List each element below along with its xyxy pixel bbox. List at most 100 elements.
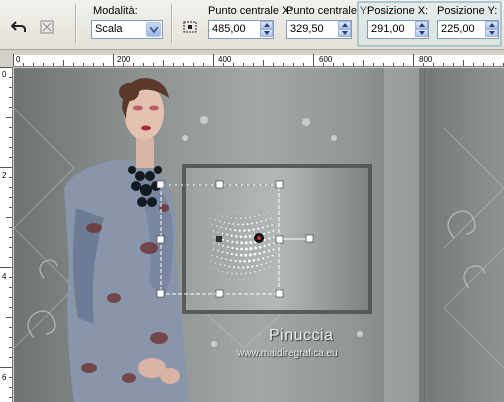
halftone-dot <box>251 222 254 225</box>
halftone-dot <box>229 279 231 280</box>
halftone-dot <box>247 278 249 280</box>
halftone-dot <box>251 265 254 268</box>
pos-x-input[interactable]: 291,00 <box>367 20 429 39</box>
halftone-dot <box>222 271 224 273</box>
ruler-tick <box>443 63 444 66</box>
ruler-tick <box>0 167 12 168</box>
spin-up-icon[interactable] <box>260 21 273 29</box>
halftone-dot <box>263 268 265 270</box>
spin-up-icon[interactable] <box>415 21 428 29</box>
image-canvas[interactable]: Pinuccia www.maidiregrafica.eu <box>14 68 504 402</box>
halftone-dot <box>262 257 265 260</box>
halftone-dot <box>249 216 251 218</box>
ruler-tick <box>133 63 134 66</box>
woman-figure <box>64 78 189 402</box>
ruler-tick <box>9 387 12 388</box>
spin-down-icon[interactable] <box>485 29 498 37</box>
halftone-dot <box>233 266 235 268</box>
ruler-tick <box>9 397 12 398</box>
ruler-tick <box>313 54 314 66</box>
mode-select[interactable]: Scala <box>91 20 163 39</box>
ruler-tick <box>9 197 12 198</box>
halftone-dot <box>268 243 271 246</box>
pos-y-input[interactable]: 225,00 <box>437 20 499 39</box>
ruler-tick <box>9 77 12 78</box>
center-x-input[interactable]: 485,00 <box>208 20 274 39</box>
halftone-dot <box>244 247 248 251</box>
halftone-dot <box>252 209 253 211</box>
ruler-tick <box>13 54 14 66</box>
halftone-dot <box>240 217 242 219</box>
ruler-tick <box>0 67 12 68</box>
halftone-dot <box>263 213 265 215</box>
halftone-dot <box>271 224 273 226</box>
ruler-label: 0 <box>2 70 7 79</box>
halftone-dot <box>258 245 262 249</box>
ruler-tick <box>223 63 224 66</box>
halftone-dot <box>243 229 246 232</box>
halftone-dot <box>268 237 271 240</box>
halftone-dot <box>244 241 248 245</box>
halftone-dot <box>220 226 223 229</box>
halftone-dot <box>244 217 247 219</box>
halftone-dot <box>245 272 247 275</box>
ruler-tick <box>33 63 34 66</box>
halftone-dot <box>216 225 218 227</box>
ruler-tick <box>103 63 104 66</box>
halftone-dot <box>212 230 214 232</box>
halftone-dot <box>252 277 254 279</box>
ruler-tick <box>193 63 194 66</box>
ruler-tick <box>383 63 384 66</box>
center-y-input[interactable]: 329,50 <box>286 20 352 39</box>
halftone-dot <box>248 253 252 257</box>
halftone-dot <box>247 210 249 212</box>
halftone-dot <box>270 261 272 263</box>
ruler-tick <box>453 63 454 66</box>
halftone-dot <box>226 239 229 242</box>
chevron-down-icon[interactable] <box>146 22 161 37</box>
pos-y-value: 225,00 <box>441 23 475 35</box>
halftone-dot <box>231 240 234 243</box>
halftone-dot <box>235 217 237 219</box>
halftone-dot <box>229 211 230 212</box>
halftone-dot <box>220 257 223 259</box>
ruler-tick <box>9 287 12 288</box>
halftone-dot <box>246 266 249 269</box>
scale-tool-button[interactable] <box>36 16 58 38</box>
center-point-button[interactable] <box>179 16 201 38</box>
ruler-tick <box>9 327 12 328</box>
halftone-dot <box>233 211 235 213</box>
halftone-dot <box>243 279 245 280</box>
ruler-tick <box>153 63 154 66</box>
ruler-tick <box>483 63 484 66</box>
halftone-dot <box>265 262 268 264</box>
halftone-dot <box>260 263 263 266</box>
ruler-tick <box>293 63 294 66</box>
spin-down-icon[interactable] <box>338 29 351 37</box>
ruler-tick <box>283 63 284 66</box>
halftone-dot <box>234 279 235 281</box>
halftone-dot <box>228 222 230 225</box>
halftone-dot <box>266 256 269 258</box>
ruler-tick <box>9 147 12 148</box>
ruler-tick <box>263 60 264 66</box>
ruler-tick <box>243 63 244 66</box>
watermark-url: www.maidiregrafica.eu <box>237 348 338 359</box>
halftone-dot <box>254 215 256 218</box>
halftone-dot <box>235 272 238 275</box>
spin-down-icon[interactable] <box>260 29 273 37</box>
halftone-dot <box>224 210 226 212</box>
ruler-tick <box>9 307 12 308</box>
halftone-dot <box>254 246 257 250</box>
spin-up-icon[interactable] <box>338 21 351 29</box>
ruler-label: 2 <box>2 171 7 180</box>
spin-up-icon[interactable] <box>485 21 498 29</box>
halftone-dot <box>260 220 263 223</box>
halftone-dot <box>269 218 272 220</box>
ruler-tick <box>433 63 434 66</box>
halftone-dot <box>235 241 239 244</box>
spin-down-icon[interactable] <box>415 29 428 37</box>
vertical-ruler: 0 2 4 6 <box>0 67 13 402</box>
undo-button[interactable] <box>8 16 30 38</box>
ruler-tick <box>9 207 12 208</box>
